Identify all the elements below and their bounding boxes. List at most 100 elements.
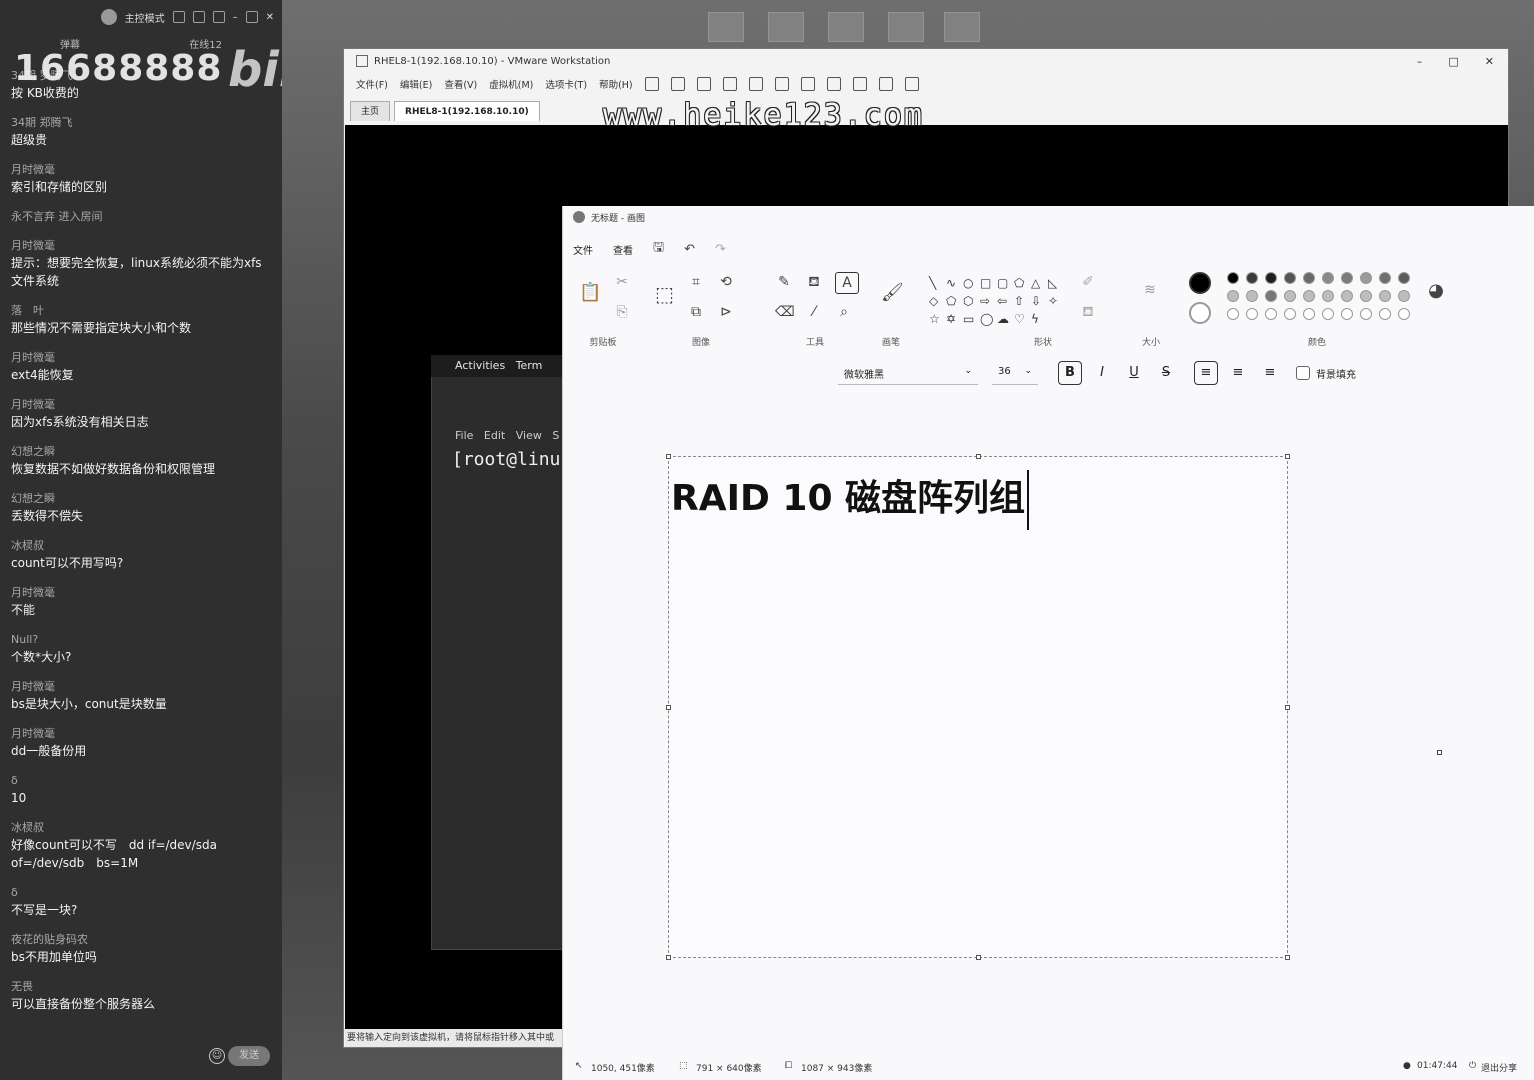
color-swatch[interactable]: [1360, 272, 1372, 284]
background-fill-toggle[interactable]: 背景填充: [1296, 366, 1356, 381]
color-swatch[interactable]: [1246, 290, 1258, 302]
chat-username[interactable]: 永不言弃 进入房间: [11, 209, 273, 225]
chat-username[interactable]: 落 叶: [11, 303, 273, 319]
color-swatch[interactable]: [1322, 272, 1334, 284]
exit-share-icon[interactable]: ⏻: [1469, 1061, 1476, 1071]
align-right-button[interactable]: ≡: [1258, 361, 1282, 385]
chat-username[interactable]: Null?: [11, 632, 273, 648]
eraser-icon[interactable]: ⌫: [775, 304, 795, 320]
italic-button[interactable]: I: [1090, 361, 1114, 385]
terminal-menu-edit[interactable]: Edit: [484, 429, 505, 442]
rectangle-icon[interactable]: □: [980, 276, 997, 290]
undo-icon[interactable]: ↶: [684, 242, 695, 257]
pause-icon[interactable]: [644, 77, 659, 91]
chat-username[interactable]: 冰棂叔: [11, 820, 273, 836]
brush-icon[interactable]: 🖌: [881, 282, 904, 303]
activities-button[interactable]: Activities: [455, 359, 505, 372]
chat-username[interactable]: 月时微毫: [11, 350, 273, 366]
color-swatch[interactable]: [1227, 272, 1239, 284]
canvas-resize-handle[interactable]: [1437, 750, 1442, 755]
paste-icon[interactable]: 📋: [579, 282, 601, 303]
resize-handle[interactable]: [1285, 454, 1290, 459]
terminal-window[interactable]: [431, 355, 571, 950]
snapshot-manager-icon[interactable]: [748, 77, 763, 91]
close-icon[interactable]: ✕: [1485, 55, 1494, 68]
menu-file[interactable]: 文件(F): [356, 77, 388, 91]
color-swatch[interactable]: [1322, 290, 1334, 302]
color-swatch[interactable]: [1303, 290, 1315, 302]
library-icon[interactable]: [774, 77, 789, 91]
unity-icon[interactable]: [852, 77, 867, 91]
stretch-icon[interactable]: [904, 77, 919, 91]
curve-icon[interactable]: ∿: [946, 276, 963, 290]
color-swatch[interactable]: [1379, 272, 1391, 284]
menu-view[interactable]: 查看(V): [444, 77, 477, 91]
popout-icon[interactable]: [192, 11, 205, 23]
menu-edit[interactable]: 编辑(E): [400, 77, 432, 91]
crop-icon[interactable]: ⌗: [687, 274, 705, 290]
resize-handle[interactable]: [666, 955, 671, 960]
oval-icon[interactable]: ○: [963, 276, 980, 290]
send-button[interactable]: 发送: [228, 1046, 270, 1066]
polygon-icon[interactable]: ⬠: [1014, 276, 1031, 290]
desktop-icon[interactable]: [828, 12, 864, 42]
resize-handle[interactable]: [976, 955, 981, 960]
font-select[interactable]: 微软雅黑 ⌄: [838, 361, 978, 385]
chat-username[interactable]: 月时微毫: [11, 679, 273, 695]
menu-icon[interactable]: [212, 11, 225, 23]
fill-icon[interactable]: ⛾: [805, 274, 823, 292]
chat-username[interactable]: 月时微毫: [11, 397, 273, 413]
resize-handle[interactable]: [1285, 955, 1290, 960]
align-center-button[interactable]: ≡: [1226, 361, 1250, 385]
checkbox-icon[interactable]: [1296, 366, 1310, 380]
right-triangle-icon[interactable]: ◺: [1048, 276, 1065, 290]
terminal-prompt[interactable]: [root@linu: [452, 449, 570, 470]
underline-button[interactable]: U: [1122, 361, 1146, 385]
resize-handle[interactable]: [666, 454, 671, 459]
resize-handle[interactable]: [976, 454, 981, 459]
close-icon[interactable]: ✕: [266, 12, 274, 23]
callout-oval-icon[interactable]: ◯: [980, 312, 997, 326]
color-swatch[interactable]: [1227, 290, 1239, 302]
color-picker-icon[interactable]: ⁄: [805, 304, 823, 320]
resize-icon[interactable]: ⧉: [687, 304, 705, 320]
color-swatch[interactable]: [1360, 290, 1372, 302]
desktop-icon[interactable]: [768, 12, 804, 42]
chat-username[interactable]: 幻想之瞬: [11, 444, 273, 460]
settings-icon[interactable]: [172, 11, 185, 23]
line-icon[interactable]: ╲: [929, 276, 946, 290]
avatar[interactable]: [100, 9, 117, 25]
color-swatch[interactable]: [1398, 290, 1410, 302]
right-arrow-icon[interactable]: ⇨: [980, 294, 997, 308]
color-swatch[interactable]: [1303, 272, 1315, 284]
terminal-app-label[interactable]: Term: [516, 359, 543, 372]
six-star-icon[interactable]: ✡: [946, 312, 963, 326]
select-icon[interactable]: ⬚: [655, 282, 674, 306]
tab-rhel8[interactable]: RHEL8-1(192.168.10.10): [394, 101, 540, 121]
color-swatch[interactable]: [1398, 272, 1410, 284]
chat-username[interactable]: 夜花的贴身码农: [11, 932, 273, 948]
color-swatch[interactable]: [1341, 290, 1353, 302]
chat-username[interactable]: 月时微毫: [11, 585, 273, 601]
flip-icon[interactable]: ⊳: [717, 304, 735, 320]
fullscreen-icon[interactable]: [826, 77, 841, 91]
outline-icon[interactable]: ✐: [1079, 274, 1097, 290]
menu-help[interactable]: 帮助(H): [599, 77, 633, 91]
color-swatch[interactable]: [1360, 308, 1372, 320]
five-star-icon[interactable]: ☆: [929, 312, 946, 326]
heart-icon[interactable]: ♡: [1014, 312, 1031, 326]
text-tool-icon[interactable]: A: [835, 272, 859, 294]
callout-rect-icon[interactable]: ▭: [963, 312, 980, 326]
color-swatch[interactable]: [1379, 308, 1391, 320]
chat-username[interactable]: δ: [11, 773, 273, 789]
up-arrow-icon[interactable]: ⇧: [1014, 294, 1031, 308]
lightning-icon[interactable]: ϟ: [1031, 312, 1048, 326]
terminal-menu-file[interactable]: File: [455, 429, 473, 442]
color-swatch[interactable]: [1341, 272, 1353, 284]
color-swatch[interactable]: [1303, 308, 1315, 320]
callout-cloud-icon[interactable]: ☁: [997, 312, 1014, 326]
save-icon[interactable]: 🖫: [653, 238, 664, 260]
rounded-rect-icon[interactable]: ▢: [997, 276, 1014, 290]
pencil-icon[interactable]: ✎: [775, 274, 793, 290]
desktop-icon[interactable]: [888, 12, 924, 42]
